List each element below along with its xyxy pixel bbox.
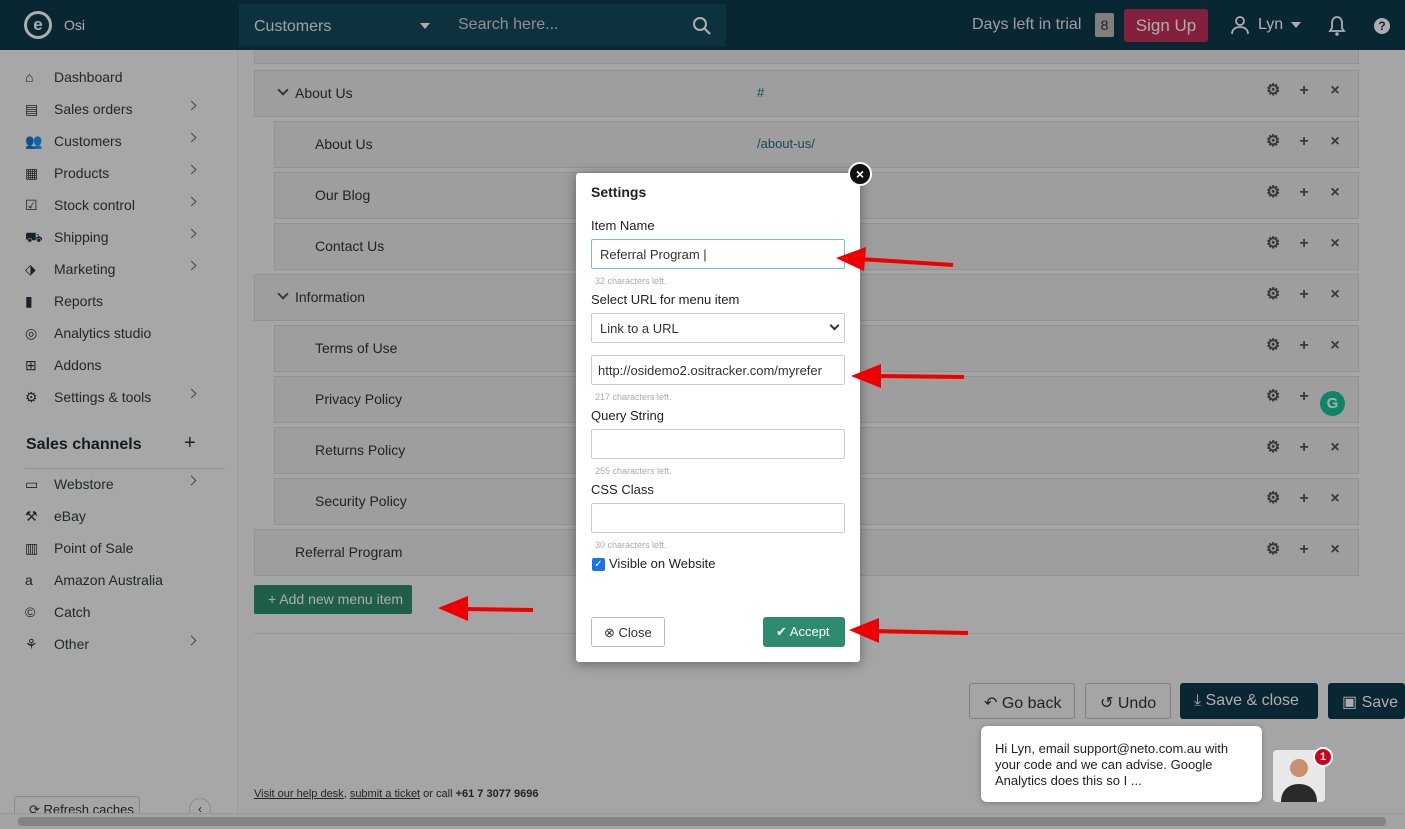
arrow-icon: [438, 596, 534, 621]
annotation-arrows: [438, 247, 969, 643]
arrow-icon: [836, 247, 954, 271]
notification-badge: 1: [1313, 747, 1333, 767]
chat-bubble[interactable]: Hi Lyn, email support@neto.com.au with y…: [981, 726, 1262, 802]
arrow-icon: [849, 618, 969, 643]
arrow-icon: [851, 364, 965, 388]
